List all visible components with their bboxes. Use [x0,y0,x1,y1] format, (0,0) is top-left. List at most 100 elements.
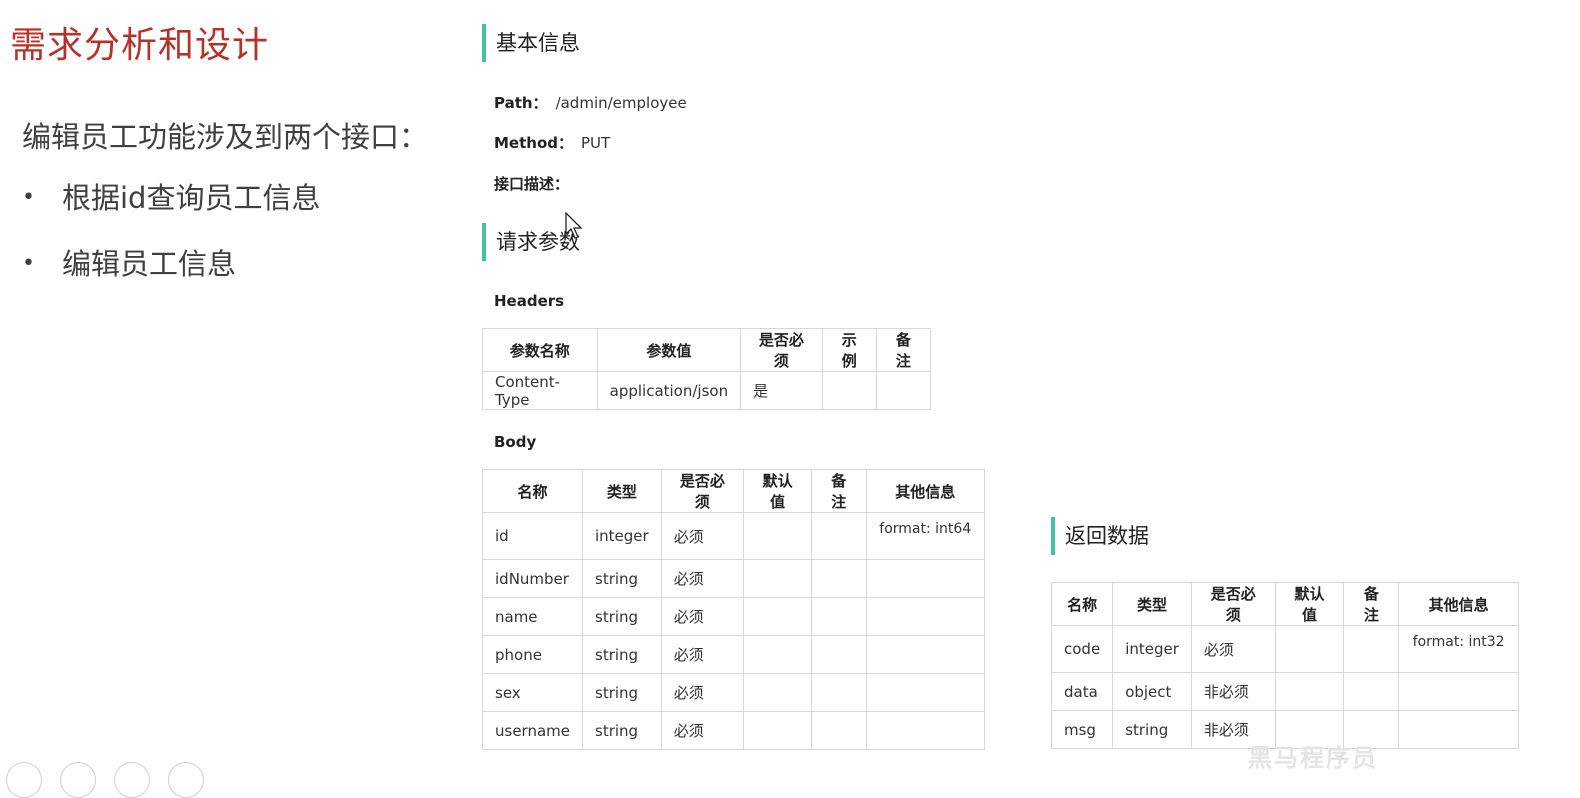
table-cell: data [1050,672,1114,711]
desc-label: 接口描述： [494,175,570,193]
table-row: idNumber string 必须 [482,559,986,598]
table-cell: 必须 [660,635,745,674]
circle-button[interactable] [6,762,42,798]
table-cell: string [582,559,662,598]
table-cell: string [582,597,662,636]
column-header: 名称 [482,469,583,513]
table-cell [1398,710,1519,749]
table-cell: phone [482,635,583,674]
bullet-list: • 根据id查询员工信息 • 编辑员工信息 [22,178,320,310]
table-row: code integer 必须 format: int32 [1050,625,1519,673]
table-cell: string [582,635,662,674]
table-cell [1398,672,1519,711]
table-cell [865,597,986,636]
table-cell: object [1112,672,1192,711]
table-cell [1274,672,1345,711]
table-row: sex string 必须 [482,673,986,712]
table-cell [811,673,867,712]
table-cell: string [582,711,662,750]
table-cell: sex [482,673,583,712]
circle-button[interactable] [114,762,150,798]
table-cell: 必须 [1190,625,1276,673]
table-cell [865,711,986,750]
table-cell: 必须 [660,512,745,560]
circle-button[interactable] [60,762,96,798]
column-header: 其他信息 [865,469,986,513]
table-row: phone string 必须 [482,635,986,674]
column-header: 类型 [582,469,662,513]
table-cell: 是 [740,371,823,410]
body-label: Body [494,433,537,451]
column-header: 是否必须 [1190,582,1276,626]
desc-row: 接口描述： [494,173,577,194]
table-cell [1343,672,1400,711]
table-cell [865,559,986,598]
table-header-row: 名称 类型 是否必须 默认值 备注 其他信息 [1050,582,1519,626]
table-cell [743,597,813,636]
column-header: 默认值 [1274,582,1345,626]
column-header: 备注 [1343,582,1400,626]
circle-button[interactable] [168,762,204,798]
table-cell: idNumber [482,559,583,598]
bullet-text: 根据id查询员工信息 [62,181,321,215]
table-cell: id [482,512,583,560]
intro-text: 编辑员工功能涉及到两个接口： [22,120,429,154]
table-cell [821,371,877,410]
bullet-item: • 根据id查询员工信息 [22,178,320,244]
table-cell [743,635,813,674]
bullet-dot-icon: • [22,251,35,276]
table-cell [1343,625,1400,673]
response-data-heading: 返回数据 [1051,517,1149,555]
table-cell: code [1050,625,1114,673]
table-cell: Content-Type [482,371,598,410]
table-cell: 必须 [660,711,745,750]
method-value: PUT [581,134,611,152]
table-cell: integer [582,512,662,560]
column-header: 参数值 [596,328,742,372]
column-header: 示例 [821,328,877,372]
mouse-cursor-icon [565,212,583,239]
table-cell [743,711,813,750]
table-row: name string 必须 [482,597,986,636]
table-row: data object 非必须 [1050,672,1519,711]
column-header: 名称 [1050,582,1114,626]
table-cell [743,673,813,712]
table-cell [811,512,867,560]
table-cell [811,559,867,598]
headers-label: Headers [494,292,565,310]
response-table: 名称 类型 是否必须 默认值 备注 其他信息 code integer 必须 f… [1050,582,1519,749]
column-header: 备注 [811,469,867,513]
table-cell: string [1112,710,1192,749]
table-cell: integer [1112,625,1192,673]
table-header-row: 参数名称 参数值 是否必须 示例 备注 [482,328,932,372]
table-cell: string [582,673,662,712]
table-cell [1274,625,1345,673]
slide-title: 需求分析和设计 [10,25,270,66]
table-cell [875,371,932,410]
bullet-dot-icon: • [22,185,35,210]
table-cell [865,635,986,674]
column-header: 是否必须 [740,328,823,372]
table-cell: 必须 [660,673,745,712]
table-cell [811,635,867,674]
table-row: id integer 必须 format: int64 [482,512,986,560]
table-cell: format: int64 [865,512,986,560]
headers-table: 参数名称 参数值 是否必须 示例 备注 Content-Type applica… [482,328,932,410]
table-cell [811,597,867,636]
basic-info-heading: 基本信息 [482,24,580,62]
path-value: /admin/employee [555,94,687,112]
table-cell: 非必须 [1190,672,1276,711]
table-cell: msg [1050,710,1114,749]
method-label: Method： [494,134,573,152]
body-params-table: 名称 类型 是否必须 默认值 备注 其他信息 id integer 必须 for… [482,469,986,750]
method-row: Method： PUT [494,132,610,153]
column-header: 其他信息 [1398,582,1519,626]
column-header: 类型 [1112,582,1192,626]
table-cell: name [482,597,583,636]
table-cell [743,512,813,560]
table-row: Content-Type application/json 是 [482,371,932,410]
path-row: Path： /admin/employee [494,92,687,113]
table-header-row: 名称 类型 是否必须 默认值 备注 其他信息 [482,469,986,513]
table-cell [811,711,867,750]
bullet-item: • 编辑员工信息 [22,244,320,310]
